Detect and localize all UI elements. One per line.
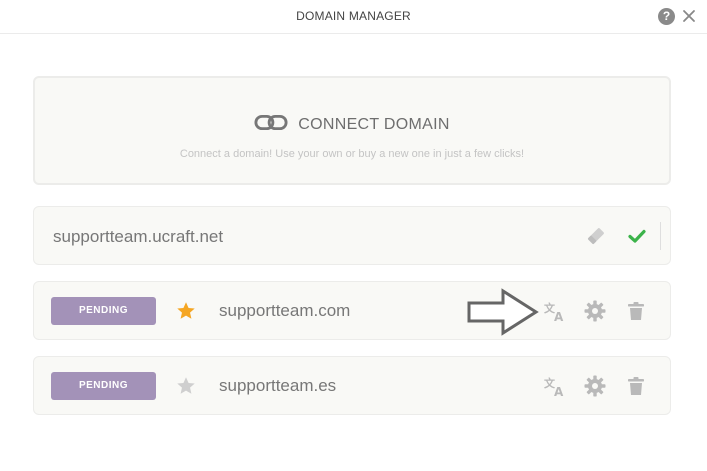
close-icon[interactable] <box>681 7 697 25</box>
trash-icon[interactable] <box>624 299 648 323</box>
check-icon[interactable] <box>625 224 649 248</box>
connect-domain-header: CONNECT DOMAIN <box>35 114 669 136</box>
domain-row: PENDING supportteam.com 文 A <box>33 281 671 340</box>
status-badge: PENDING <box>51 297 156 325</box>
gear-icon[interactable] <box>583 374 607 398</box>
help-icon[interactable]: ? <box>658 8 675 25</box>
svg-text:A: A <box>554 385 564 398</box>
translate-icon[interactable]: 文 A <box>543 299 567 323</box>
connect-domain-label: CONNECT DOMAIN <box>298 116 450 133</box>
status-badge: PENDING <box>51 372 156 400</box>
trash-icon[interactable] <box>624 374 648 398</box>
dialog-title: DOMAIN MANAGER <box>296 9 411 23</box>
subdomain-input[interactable] <box>53 226 573 248</box>
domain-name: supportteam.com <box>219 301 351 320</box>
eraser-icon[interactable] <box>584 224 608 248</box>
star-icon[interactable] <box>175 300 197 322</box>
star-icon[interactable] <box>175 375 197 397</box>
annotation-arrow-icon <box>466 288 540 336</box>
connect-domain-description: Connect a domain! Use your own or buy a … <box>179 148 525 160</box>
link-icon <box>254 114 288 136</box>
gear-icon[interactable] <box>583 299 607 323</box>
dialog-header: DOMAIN MANAGER ? <box>0 0 707 34</box>
subdomain-edit-row <box>33 206 671 265</box>
svg-text:A: A <box>554 310 564 323</box>
domain-row: PENDING supportteam.es 文 A <box>33 356 671 415</box>
divider <box>660 222 661 250</box>
domain-name: supportteam.es <box>219 376 337 395</box>
connect-domain-button[interactable]: CONNECT DOMAIN Connect a domain! Use you… <box>33 76 671 185</box>
translate-icon[interactable]: 文 A <box>543 374 567 398</box>
